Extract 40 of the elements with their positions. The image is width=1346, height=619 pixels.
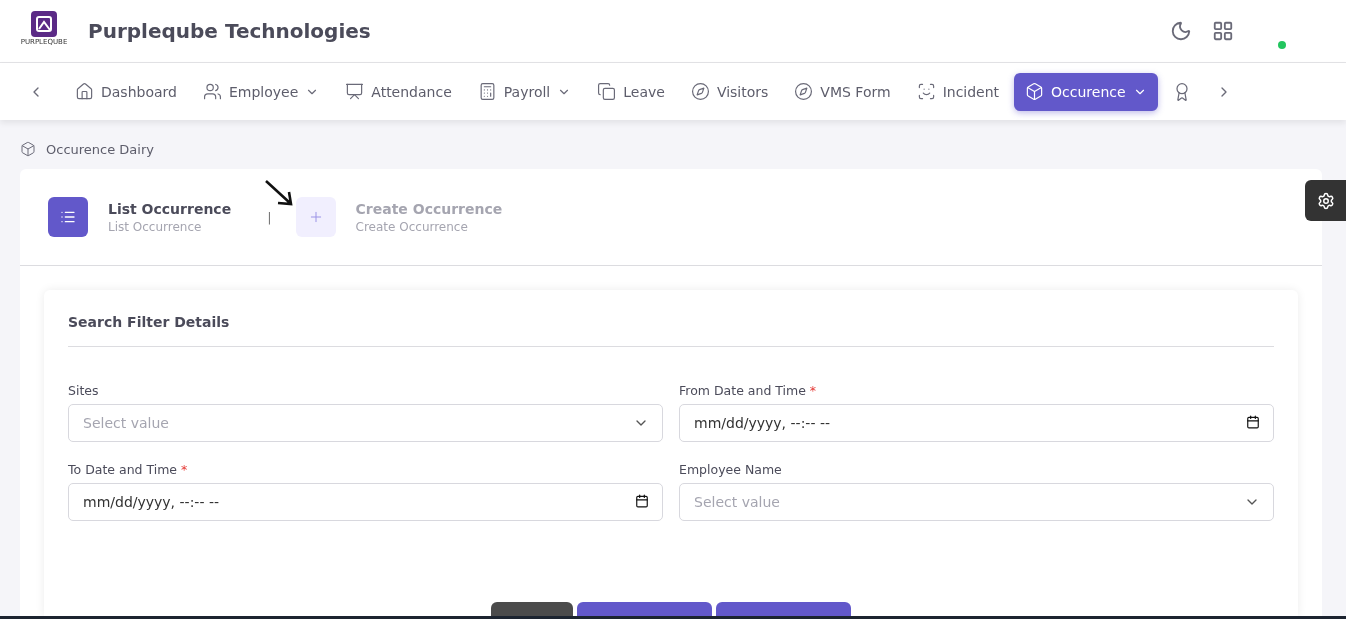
- compass-icon: [794, 82, 814, 101]
- box-icon: [1025, 82, 1045, 101]
- date-time-field[interactable]: mm/dd/yyyy, --:-- --: [68, 483, 663, 521]
- nav-item[interactable]: Employee: [191, 72, 331, 111]
- settings-icon: [1316, 191, 1335, 210]
- select-field[interactable]: Select value: [679, 483, 1274, 521]
- field-label: Sites: [68, 383, 100, 398]
- nav-item[interactable]: Payroll: [466, 72, 583, 111]
- settings-button[interactable]: [1305, 180, 1346, 221]
- company-name: Purpleqube Technologies: [88, 19, 371, 43]
- field-label: To Date and Time *: [68, 462, 189, 477]
- apps-grid-icon[interactable]: [1212, 20, 1234, 42]
- nav-item[interactable]: Occurence: [1014, 72, 1158, 111]
- field-label: From Date and Time *: [679, 383, 818, 398]
- scan-icon: [916, 82, 936, 101]
- calendar-icon[interactable]: [1246, 415, 1260, 429]
- step-subtitle: List Occurrence: [108, 219, 203, 234]
- nav-item[interactable]: Attendance: [334, 72, 463, 111]
- step-separator: |: [267, 209, 272, 225]
- nav-item[interactable]: Dashboard: [64, 72, 188, 111]
- step-subtitle: Create Occurrence: [355, 219, 469, 234]
- nav-item[interactable]: Incident: [905, 72, 1011, 111]
- box-icon: [20, 141, 36, 157]
- home-icon: [75, 82, 94, 101]
- nav-item[interactable]: Leave: [586, 72, 676, 111]
- moon-icon[interactable]: [1170, 20, 1192, 42]
- step-icon[interactable]: [48, 197, 88, 237]
- nav-item[interactable]: VMS Form: [783, 72, 902, 111]
- date-time-field[interactable]: mm/dd/yyyy, --:-- --: [679, 404, 1274, 442]
- copy-icon: [597, 82, 617, 101]
- field-label: Employee Name: [679, 462, 783, 477]
- logo-mark-icon: [31, 11, 57, 37]
- users-icon: [202, 82, 222, 101]
- select-field[interactable]: Select value: [68, 404, 663, 442]
- section-title: Search Filter Details: [68, 314, 1274, 347]
- calendar-icon[interactable]: [635, 494, 649, 508]
- compass-icon: [690, 82, 710, 101]
- nav-item[interactable]: Visitors: [679, 72, 780, 111]
- step-title[interactable]: List Occurrence: [108, 200, 232, 217]
- breadcrumb: Occurence Dairy: [46, 141, 154, 157]
